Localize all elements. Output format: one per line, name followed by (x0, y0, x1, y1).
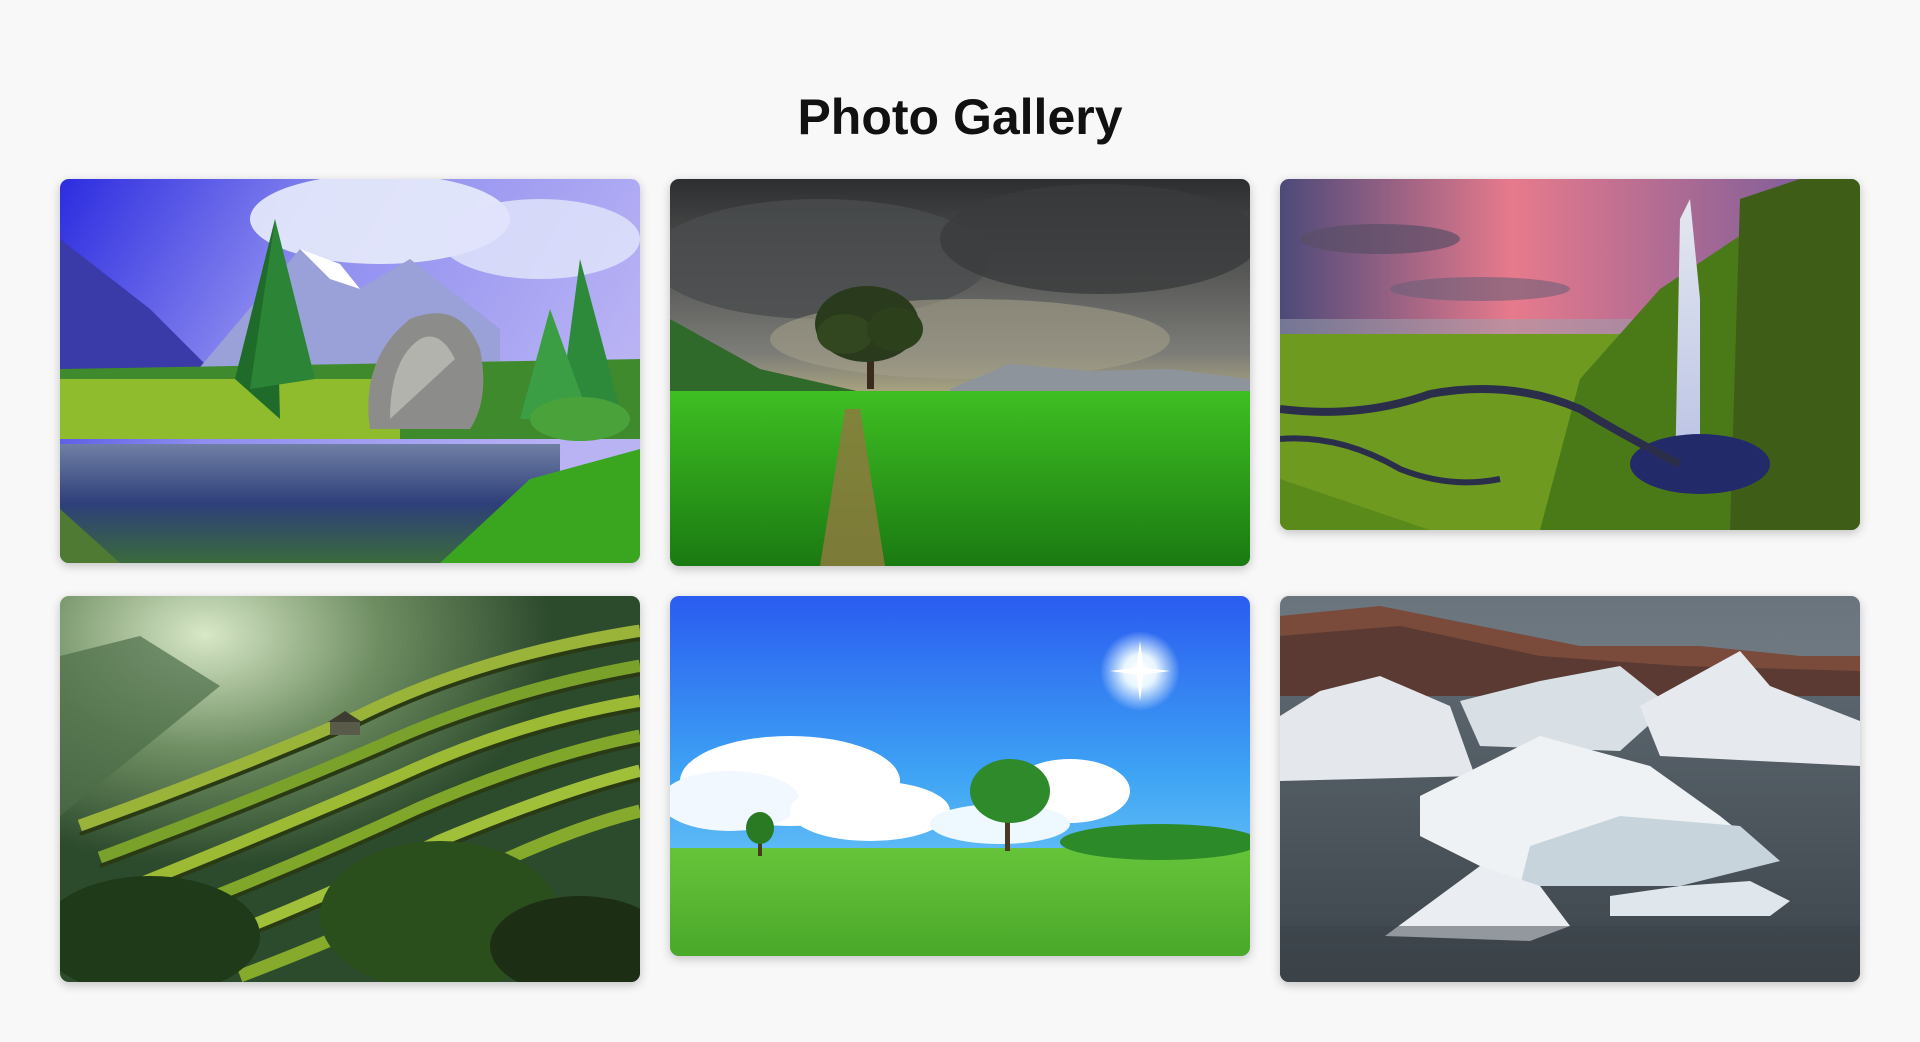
photo-blue-sky-meadow (670, 596, 1250, 956)
photo-lone-tree (670, 179, 1250, 566)
photo-card-waterfall[interactable] (1280, 179, 1860, 530)
photo-mountain-lake (60, 179, 640, 563)
photo-card-blue-sky-meadow[interactable] (670, 596, 1250, 956)
photo-rice-terraces (60, 596, 640, 982)
gallery-page: Photo Gallery (0, 0, 1920, 1042)
page-title: Photo Gallery (797, 89, 1123, 145)
photo-card-mountain-lake[interactable] (60, 179, 640, 563)
photo-card-icebergs[interactable] (1280, 596, 1860, 982)
photo-waterfall (1280, 179, 1860, 530)
photo-card-lone-tree[interactable] (670, 179, 1250, 566)
photo-card-rice-terraces[interactable] (60, 596, 640, 982)
photo-icebergs (1280, 596, 1860, 982)
